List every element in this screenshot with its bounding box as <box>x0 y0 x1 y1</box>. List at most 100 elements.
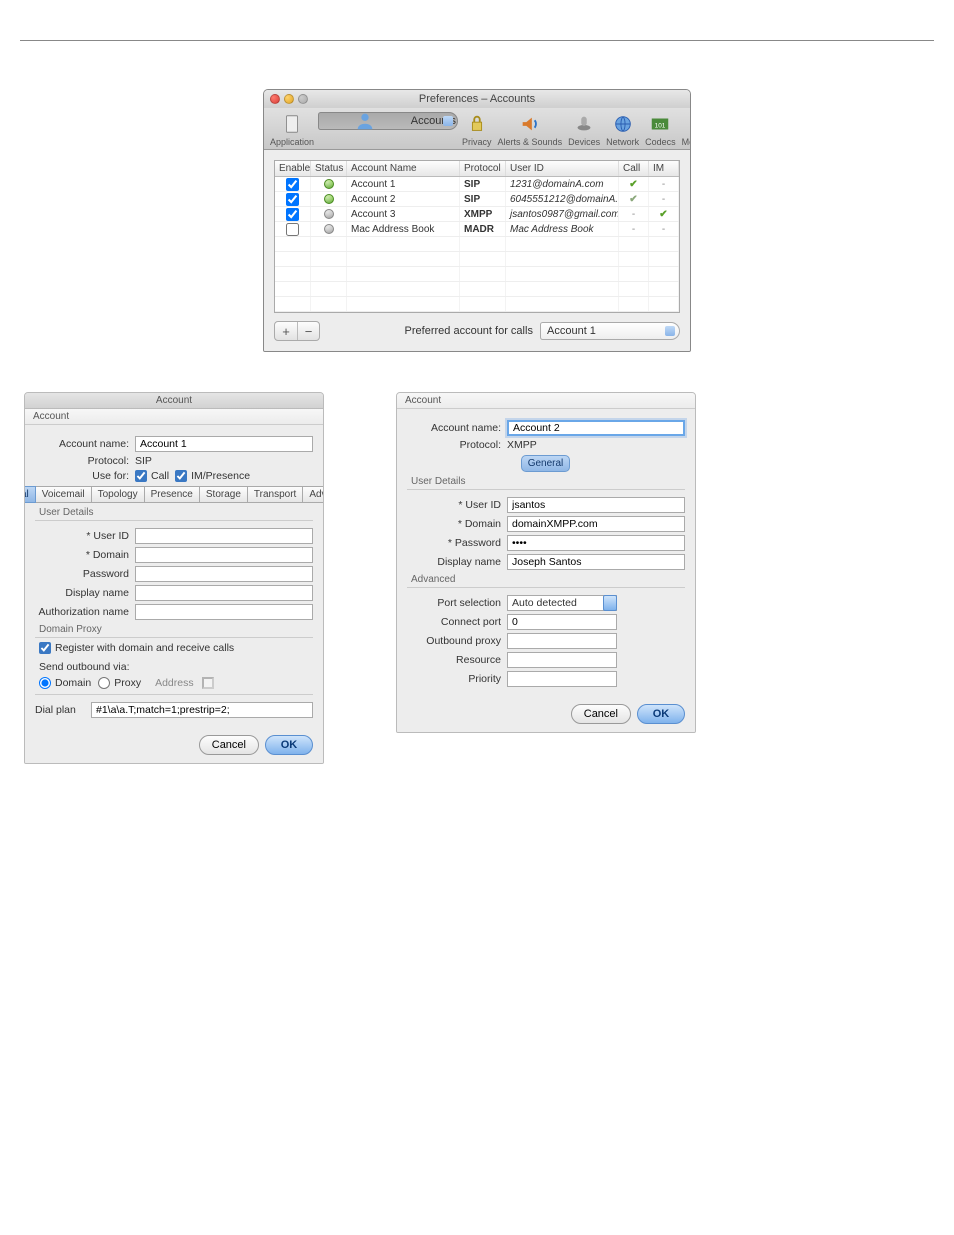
dialog-section: Account <box>397 393 695 409</box>
use-for-im-checkbox[interactable] <box>175 470 187 482</box>
use-for-label: Use for: <box>35 470 129 482</box>
userid-label: * User ID <box>35 530 129 542</box>
sip-account-dialog: Account Account Account name: Protocol: … <box>24 392 324 764</box>
status-icon <box>324 194 334 204</box>
outbound-proxy-field[interactable] <box>507 633 617 649</box>
add-remove-buttons: + − <box>274 321 320 341</box>
tab-alerts-sounds[interactable]: Alerts & Sounds <box>496 112 565 147</box>
proxy-radio[interactable] <box>98 677 110 689</box>
titlebar: Preferences – Accounts <box>264 90 690 108</box>
userid-field[interactable] <box>135 528 313 544</box>
cancel-button[interactable]: Cancel <box>571 704 631 724</box>
col-protocol[interactable]: Protocol <box>460 161 506 176</box>
remove-button[interactable]: − <box>297 322 319 340</box>
display-name-label: Display name <box>407 556 501 568</box>
use-for-call-checkbox[interactable] <box>135 470 147 482</box>
resource-label: Resource <box>407 654 501 666</box>
send-outbound-label: Send outbound via: <box>39 661 313 673</box>
status-icon <box>324 224 334 234</box>
preferences-window: Preferences – Accounts Application Accou… <box>263 89 691 352</box>
table-row[interactable]: Account 2 SIP 6045551212@domainA.com ✔ - <box>275 192 679 207</box>
tab-general[interactable]: General <box>521 455 571 472</box>
priority-field[interactable] <box>507 671 617 687</box>
password-label: Password <box>35 568 129 580</box>
tab-storage[interactable]: Storage <box>199 486 248 503</box>
tab-media-quality[interactable]: Media Quality <box>680 112 691 147</box>
display-name-field[interactable] <box>135 585 313 601</box>
connect-port-label: Connect port <box>407 616 501 628</box>
register-checkbox[interactable] <box>39 642 51 654</box>
dialog-title: Account <box>25 393 323 409</box>
xmpp-account-dialog: Account Account name: Protocol: XMPP Gen… <box>396 392 696 733</box>
account-name-field[interactable] <box>135 436 313 452</box>
ok-button[interactable]: OK <box>637 704 685 724</box>
table-row[interactable]: Mac Address Book MADR Mac Address Book -… <box>275 222 679 237</box>
tab-codecs[interactable]: 101Codecs <box>643 112 678 147</box>
tab-application[interactable]: Application <box>268 112 316 147</box>
password-field[interactable] <box>135 566 313 582</box>
col-call[interactable]: Call <box>619 161 649 176</box>
enabled-checkbox[interactable] <box>286 193 299 206</box>
check-icon: ✔ <box>653 209 674 220</box>
proxy-address-label: Address <box>155 677 194 689</box>
domain-label: * Domain <box>407 518 501 530</box>
sip-tabs: General Voicemail Topology Presence Stor… <box>35 486 313 503</box>
window-title: Preferences – Accounts <box>264 93 690 105</box>
tab-voicemail[interactable]: Voicemail <box>35 486 92 503</box>
tab-accounts[interactable]: Accounts <box>318 112 458 130</box>
port-selection-select[interactable]: Auto detected <box>507 595 617 611</box>
protocol-value: XMPP <box>507 439 537 451</box>
password-field[interactable] <box>507 535 685 551</box>
outbound-proxy-label: Outbound proxy <box>407 635 501 647</box>
col-im[interactable]: IM <box>649 161 679 176</box>
resource-field[interactable] <box>507 652 617 668</box>
tab-privacy[interactable]: Privacy <box>460 112 494 147</box>
port-selection-label: Port selection <box>407 597 501 609</box>
table-row[interactable]: Account 3 XMPP jsantos0987@gmail.com - ✔ <box>275 207 679 222</box>
enabled-checkbox[interactable] <box>286 178 299 191</box>
col-status[interactable]: Status <box>311 161 347 176</box>
display-name-label: Display name <box>35 587 129 599</box>
userid-label: * User ID <box>407 499 501 511</box>
tab-presence[interactable]: Presence <box>144 486 200 503</box>
protocol-label: Protocol: <box>35 455 129 467</box>
svg-text:101: 101 <box>655 123 666 130</box>
password-label: * Password <box>407 537 501 549</box>
tab-general[interactable]: General <box>24 486 36 503</box>
col-enabled[interactable]: Enabled <box>275 161 311 176</box>
user-details-title: User Details <box>39 507 313 518</box>
preferences-toolbar: Application Accounts Privacy Alerts & So… <box>264 108 690 150</box>
dialog-section: Account <box>25 409 323 425</box>
ok-button[interactable]: OK <box>265 735 313 755</box>
tab-advanced[interactable]: Advanced <box>302 486 324 503</box>
connect-port-field[interactable] <box>507 614 617 630</box>
user-details-title: User Details <box>411 476 685 487</box>
auth-name-field[interactable] <box>135 604 313 620</box>
domain-proxy-title: Domain Proxy <box>39 624 313 635</box>
preferred-account-select[interactable]: Account 1 <box>540 322 680 340</box>
enabled-checkbox[interactable] <box>286 223 299 236</box>
account-name-field[interactable] <box>507 420 685 436</box>
status-icon <box>324 209 334 219</box>
preferred-account-label: Preferred account for calls <box>405 325 533 337</box>
domain-radio[interactable] <box>39 677 51 689</box>
col-account-name[interactable]: Account Name <box>347 161 460 176</box>
domain-field[interactable] <box>507 516 685 532</box>
cancel-button[interactable]: Cancel <box>199 735 259 755</box>
tab-transport[interactable]: Transport <box>247 486 303 503</box>
col-user-id[interactable]: User ID <box>506 161 619 176</box>
tab-network[interactable]: Network <box>604 112 641 147</box>
add-button[interactable]: + <box>275 322 297 340</box>
stepper-icon[interactable] <box>603 595 617 611</box>
priority-label: Priority <box>407 673 501 685</box>
proxy-address-field <box>202 677 214 689</box>
tab-topology[interactable]: Topology <box>91 486 145 503</box>
userid-field[interactable] <box>507 497 685 513</box>
domain-field[interactable] <box>135 547 313 563</box>
enabled-checkbox[interactable] <box>286 208 299 221</box>
table-row[interactable]: Account 1 SIP 1231@domainA.com ✔ - <box>275 177 679 192</box>
display-name-field[interactable] <box>507 554 685 570</box>
dial-plan-label: Dial plan <box>35 704 85 716</box>
dial-plan-field[interactable] <box>91 702 313 718</box>
tab-devices[interactable]: Devices <box>566 112 602 147</box>
